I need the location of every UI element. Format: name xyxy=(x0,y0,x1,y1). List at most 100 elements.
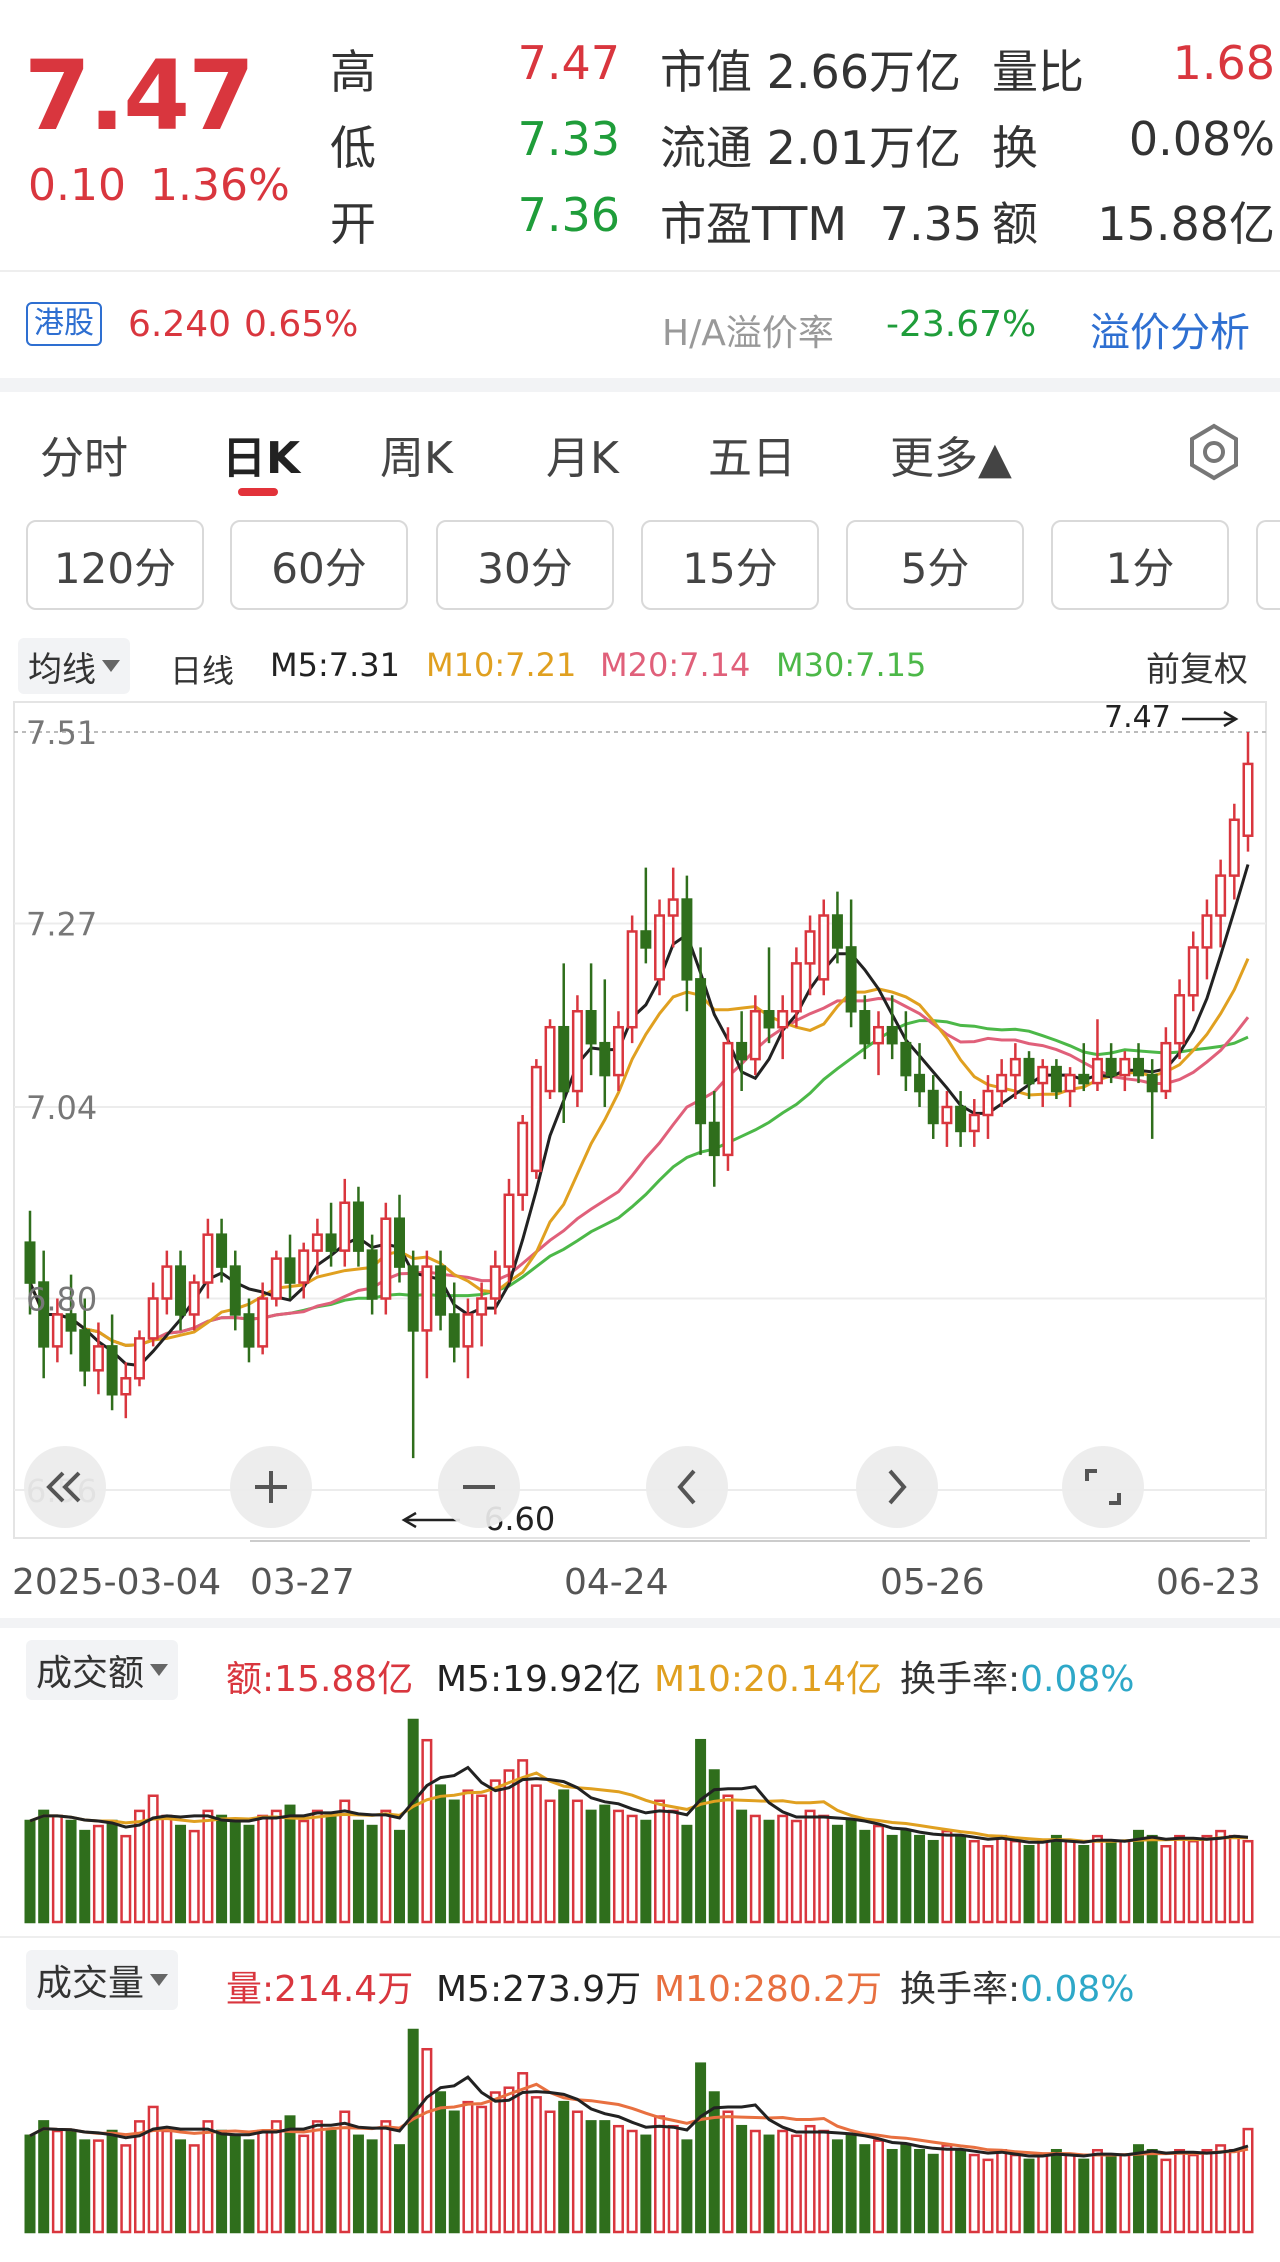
interval-bar: 120分 60分 30分 15分 5分 1分 xyxy=(0,520,1280,620)
amount-bar xyxy=(1091,1834,1103,1924)
amount-bar xyxy=(886,1834,898,1924)
minus-icon[interactable] xyxy=(438,1446,520,1528)
tab-intraday[interactable]: 分时 xyxy=(40,422,128,486)
amount-bar xyxy=(421,1738,433,1924)
volume-bar xyxy=(352,2134,364,2234)
amount-bar xyxy=(845,1819,857,1924)
amount-chart[interactable] xyxy=(0,1700,1280,1930)
chevron-down-icon xyxy=(150,1974,169,1986)
volume-bar xyxy=(216,2129,228,2234)
amount-bar xyxy=(777,1814,789,1924)
tab-weekly-k[interactable]: 周K xyxy=(380,422,453,486)
candle xyxy=(845,899,857,1028)
high-label: 高 xyxy=(330,45,376,99)
volume-bar xyxy=(1160,2158,1172,2234)
double-left-icon[interactable] xyxy=(24,1446,106,1528)
volume-bar xyxy=(955,2148,967,2234)
interval-30m[interactable]: 30分 xyxy=(436,520,614,610)
volume-bar xyxy=(448,2110,460,2234)
open-value: 7.36 xyxy=(517,188,620,242)
candle xyxy=(1215,859,1227,948)
candle xyxy=(270,1250,282,1307)
amount-bar xyxy=(1133,1829,1145,1924)
hk-stock-badge[interactable]: 港股 xyxy=(26,302,102,346)
volume-bar xyxy=(777,2129,789,2234)
candle xyxy=(996,1059,1008,1108)
volume-bar xyxy=(325,2129,337,2234)
adjust-mode[interactable]: 前复权 xyxy=(1146,642,1248,691)
kline-y-ticks: 7.517.277.046.806.56 xyxy=(26,714,97,1510)
amount-bar xyxy=(626,1814,638,1924)
candle xyxy=(790,947,802,1028)
kline-candles xyxy=(24,732,1254,1459)
candle xyxy=(1119,1051,1131,1092)
amount-bar xyxy=(818,1814,830,1924)
candle xyxy=(736,1011,748,1092)
gear-icon[interactable] xyxy=(1184,422,1244,482)
amount-ma10: M10:20.14亿 xyxy=(654,1659,883,1700)
plus-icon[interactable] xyxy=(230,1446,312,1528)
ma-dropdown[interactable]: 均线 xyxy=(18,638,130,694)
volume-bar xyxy=(311,2120,323,2234)
interval-15m[interactable]: 15分 xyxy=(641,520,819,610)
interval-120m[interactable]: 120分 xyxy=(26,520,204,610)
interval-more-partial[interactable] xyxy=(1256,520,1280,610)
volume-chart[interactable] xyxy=(0,2010,1280,2240)
interval-60m[interactable]: 60分 xyxy=(230,520,408,610)
candle xyxy=(763,947,775,1044)
amount-bar xyxy=(1242,1839,1254,1924)
amount-bar xyxy=(202,1809,214,1924)
volume-bar xyxy=(517,2072,529,2234)
candle xyxy=(133,1330,145,1387)
amount-bar xyxy=(558,1789,570,1924)
chevron-left-icon[interactable] xyxy=(646,1446,728,1528)
amount-dropdown[interactable]: 成交额 xyxy=(26,1640,179,1700)
volume-bar xyxy=(599,2120,611,2234)
amount-bar xyxy=(749,1814,761,1924)
volume-bar xyxy=(92,2139,104,2234)
date-label: 05-26 xyxy=(880,1562,985,1603)
low-value: 7.33 xyxy=(517,112,620,166)
kline-ma-lines xyxy=(28,864,1250,1368)
tab-five-day[interactable]: 五日 xyxy=(708,422,796,486)
y-tick-label: 7.51 xyxy=(26,714,97,752)
premium-analysis-link[interactable]: 溢价分析 xyxy=(1090,300,1250,358)
candle xyxy=(599,979,611,1108)
kline-frame xyxy=(13,701,1267,1539)
volume-bar xyxy=(544,2110,556,2234)
ma5-label: M5:7.31 xyxy=(270,646,400,684)
section-separator xyxy=(0,1618,1280,1628)
volume-bar xyxy=(24,2134,36,2234)
kline-chart[interactable]: 7.517.277.046.806.56 xyxy=(0,700,1280,1540)
tab-daily-k[interactable]: 日K xyxy=(222,422,300,486)
volume-bar xyxy=(1174,2148,1186,2234)
amount-bar xyxy=(462,1789,474,1924)
kline-grid xyxy=(13,701,1267,1539)
volume-turnover: 换手率:0.08% xyxy=(900,1969,1135,2010)
amount-bar xyxy=(1201,1834,1213,1924)
volume-bar xyxy=(1242,2127,1254,2234)
high-value: 7.47 xyxy=(517,36,620,90)
volume-bar xyxy=(831,2139,843,2234)
volume-bar xyxy=(407,2028,419,2234)
amount-bar xyxy=(1215,1829,1227,1924)
amount-bar xyxy=(216,1814,228,1924)
tab-more[interactable]: 更多▲ xyxy=(890,422,1012,486)
amount-bar xyxy=(1228,1834,1240,1924)
candle xyxy=(612,1011,624,1092)
volume-bar xyxy=(708,2091,720,2234)
volume-bar xyxy=(571,2110,583,2234)
fullscreen-icon[interactable] xyxy=(1062,1446,1144,1528)
candle xyxy=(120,1362,132,1419)
candle xyxy=(927,1075,939,1139)
candle xyxy=(722,1027,734,1171)
amount-bar xyxy=(352,1819,364,1924)
volume-dropdown[interactable]: 成交量 xyxy=(26,1950,179,2010)
volume-bar xyxy=(900,2144,912,2234)
tab-monthly-k[interactable]: 月K xyxy=(546,422,619,486)
volume-bar xyxy=(476,2105,488,2234)
interval-1m[interactable]: 1分 xyxy=(1051,520,1229,610)
interval-5m[interactable]: 5分 xyxy=(846,520,1024,610)
chevron-right-icon[interactable] xyxy=(856,1446,938,1528)
amount-bar xyxy=(982,1845,994,1924)
